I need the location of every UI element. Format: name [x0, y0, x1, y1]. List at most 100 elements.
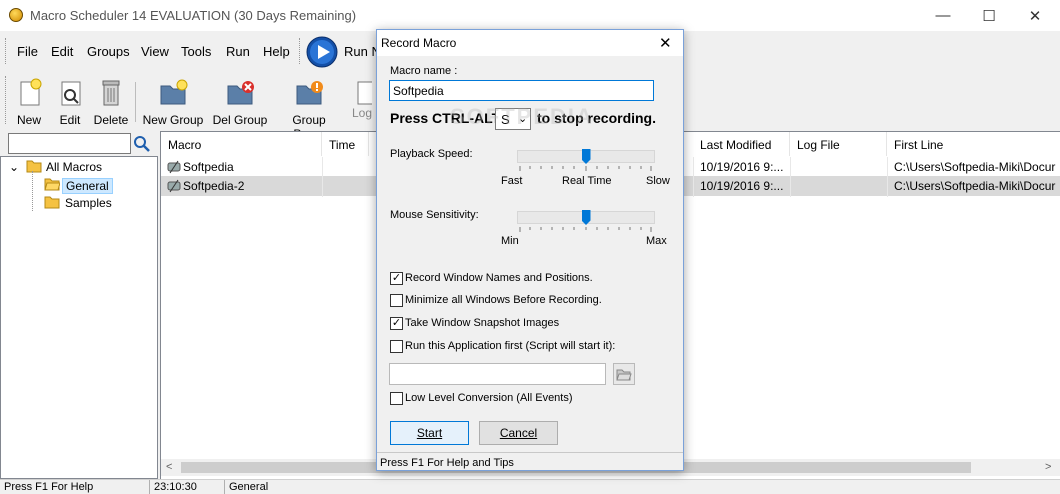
window-title: Macro Scheduler 14 EVALUATION (30 Days R… [30, 8, 357, 23]
open-folder-icon [616, 369, 632, 381]
macro-icon [167, 160, 181, 174]
app-icon [9, 8, 23, 22]
delete-label: Delete [93, 113, 129, 127]
tree-item-samples[interactable]: Samples [65, 196, 112, 210]
status-time: 23:10:30 [154, 481, 197, 493]
menu-view[interactable]: View [141, 44, 169, 59]
delete-button[interactable]: Delete [92, 78, 130, 127]
cell-last-modified: 10/19/2016 9:... [700, 160, 784, 174]
playback-tick-realtime: Real Time [562, 175, 612, 187]
folder-icon [44, 195, 60, 209]
playback-ticks [519, 166, 652, 171]
low-level-conversion-checkbox[interactable] [390, 392, 403, 405]
run-application-checkbox[interactable] [390, 340, 403, 353]
status-bar: Press F1 For Help 23:10:30 General [0, 479, 1060, 494]
status-help: Press F1 For Help [4, 481, 94, 493]
title-bar: Macro Scheduler 14 EVALUATION (30 Days R… [0, 0, 1060, 31]
record-window-names-checkbox[interactable]: ✓ [390, 272, 403, 285]
del-group-label: Del Group [212, 113, 268, 127]
snapshot-images-checkbox[interactable]: ✓ [390, 317, 403, 330]
start-button[interactable]: Start [390, 421, 469, 445]
new-group-label: New Group [142, 113, 204, 127]
cell-last-modified: 10/19/2016 9:... [700, 179, 784, 193]
minimize-windows-checkbox[interactable] [390, 294, 403, 307]
toolbar-grip [299, 38, 302, 64]
menu-run[interactable]: Run [226, 44, 250, 59]
new-group-button[interactable]: New Group [142, 78, 204, 127]
dialog-close-button[interactable]: ✕ [659, 34, 672, 52]
playback-speed-label: Playback Speed: [390, 148, 473, 160]
edit-label: Edit [59, 113, 81, 127]
search-input[interactable] [8, 133, 131, 154]
snapshot-images-label[interactable]: Take Window Snapshot Images [405, 317, 559, 329]
trash-icon [102, 80, 120, 106]
folder-properties-icon [296, 81, 323, 105]
menu-grip [5, 38, 8, 64]
macro-name-label: Macro name : [390, 65, 458, 77]
tree-item-general[interactable]: General [62, 178, 113, 194]
cancel-button[interactable]: Cancel [479, 421, 558, 445]
tree-item-all-macros[interactable]: All Macros [46, 160, 102, 174]
menu-groups[interactable]: Groups [87, 44, 130, 59]
application-path-input[interactable] [389, 363, 606, 385]
scroll-right-icon[interactable]: > [1045, 461, 1051, 473]
column-last-modified[interactable]: Last Modified [693, 132, 790, 156]
new-document-icon [20, 78, 42, 106]
column-log-file[interactable]: Log File [790, 132, 887, 156]
dialog-footer-text: Press F1 For Help and Tips [380, 457, 514, 469]
column-divider [790, 157, 791, 197]
edit-document-icon [61, 81, 81, 106]
stop-key-select[interactable]: S ⌄ [495, 108, 531, 130]
menu-file[interactable]: File [17, 44, 38, 59]
playback-tick-slow: Slow [646, 175, 670, 187]
browse-button[interactable] [613, 363, 635, 385]
low-level-conversion-label[interactable]: Low Level Conversion (All Events) [405, 392, 573, 404]
cancel-label: Cancel [499, 426, 538, 440]
macro-icon [167, 179, 181, 193]
close-button[interactable]: ✕ [1012, 0, 1058, 31]
menu-help[interactable]: Help [263, 44, 290, 59]
run-now-button[interactable] [306, 36, 338, 68]
stop-key-value: S [501, 112, 510, 127]
cell-first-line: C:\Users\Softpedia-Miki\Docur [894, 179, 1056, 193]
menu-tools[interactable]: Tools [181, 44, 211, 59]
cell-first-line: C:\Users\Softpedia-Miki\Docur [894, 160, 1056, 174]
new-button[interactable]: New [12, 78, 46, 127]
macro-name-input[interactable]: Softpedia [389, 80, 654, 101]
group-props-button[interactable]: Group Props [275, 78, 343, 141]
minimize-windows-label[interactable]: Minimize all Windows Before Recording. [405, 294, 602, 306]
tree-expand-icon[interactable]: ⌄ [9, 160, 19, 174]
column-first-line[interactable]: First Line [887, 132, 1060, 156]
open-folder-icon [44, 177, 61, 191]
status-group: General [229, 481, 269, 493]
minimize-button[interactable]: — [920, 0, 966, 31]
edit-button[interactable]: Edit [53, 78, 87, 127]
column-macro[interactable]: Macro [161, 132, 322, 156]
record-window-names-label[interactable]: Record Window Names and Positions. [405, 272, 593, 284]
cell-macro: Softpedia [183, 160, 234, 174]
new-label: New [16, 113, 41, 127]
group-tree: ⌄ All Macros General Samples [0, 156, 158, 479]
tree-line [32, 171, 44, 211]
dialog-title: Record Macro [381, 36, 457, 50]
stop-prefix-text: Press CTRL-ALT- [390, 110, 505, 126]
dialog-title-bar: Record Macro ✕ [377, 30, 683, 56]
dialog-footer-divider [377, 452, 683, 453]
log-button[interactable]: Log [352, 78, 376, 126]
status-divider [224, 480, 225, 494]
mouse-ticks [519, 227, 652, 232]
column-time[interactable]: Time [322, 132, 369, 156]
search-icon[interactable] [133, 135, 151, 153]
del-group-button[interactable]: Del Group [211, 78, 269, 127]
menu-edit[interactable]: Edit [51, 44, 73, 59]
run-application-label[interactable]: Run this Application first (Script will … [405, 340, 615, 352]
mouse-sensitivity-label: Mouse Sensitivity: [390, 209, 479, 221]
column-divider [693, 157, 694, 197]
cell-macro: Softpedia-2 [183, 179, 245, 193]
new-folder-icon [160, 79, 188, 105]
delete-folder-icon [227, 81, 254, 105]
maximize-button[interactable]: ☐ [966, 0, 1012, 31]
stop-suffix-text: to stop recording. [537, 110, 656, 126]
scroll-left-icon[interactable]: < [166, 461, 172, 473]
start-label: Start [416, 426, 443, 440]
